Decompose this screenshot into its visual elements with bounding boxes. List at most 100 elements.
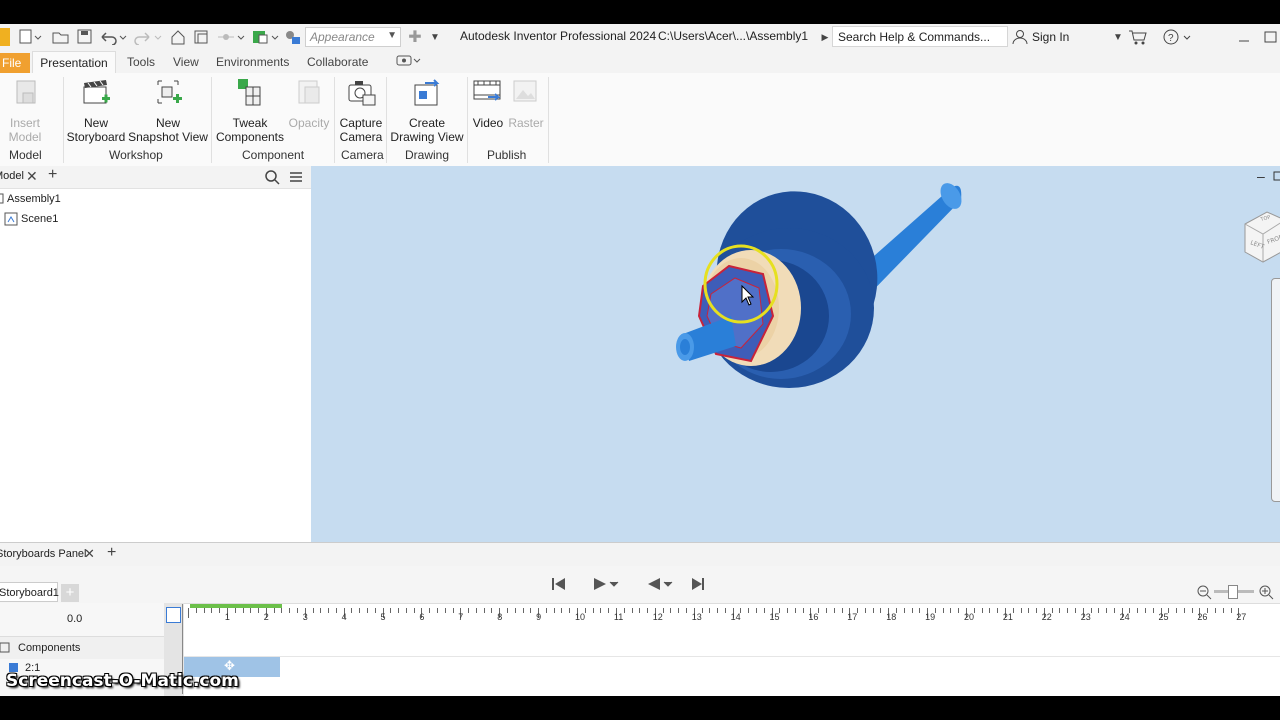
new-storyboard-button[interactable]: New Storyboard bbox=[66, 77, 126, 144]
fast-forward-icon[interactable] bbox=[690, 576, 706, 595]
minor-tick bbox=[413, 608, 415, 613]
minor-tick bbox=[709, 608, 711, 613]
video-button[interactable]: Video bbox=[470, 77, 506, 130]
chevron-down-icon[interactable]: ▼ bbox=[1112, 29, 1124, 45]
tick-label: 22 bbox=[1041, 612, 1052, 622]
raster-button[interactable]: Raster bbox=[506, 77, 546, 130]
playhead-handle[interactable] bbox=[166, 607, 181, 623]
navigation-bar[interactable] bbox=[1271, 278, 1280, 502]
tab-view[interactable]: View bbox=[173, 55, 199, 69]
group-label-camera: Camera bbox=[341, 148, 384, 162]
graphics-viewport[interactable]: – LEFT FRONT TOP bbox=[311, 166, 1280, 542]
tick-label: 9 bbox=[536, 612, 542, 622]
minimize-icon[interactable] bbox=[1236, 29, 1252, 45]
tab-file[interactable]: File bbox=[0, 53, 30, 73]
view-cube[interactable]: LEFT FRONT TOP bbox=[1235, 206, 1280, 266]
redo-icon[interactable] bbox=[133, 29, 163, 45]
minor-tick bbox=[1183, 608, 1185, 613]
tick-label: 1 bbox=[224, 612, 230, 622]
search-commands-field[interactable]: Search Help & Commands... bbox=[832, 26, 1008, 47]
minor-tick bbox=[787, 608, 789, 613]
add-storyboard-icon[interactable]: + bbox=[61, 584, 79, 602]
tab-model[interactable]: Model bbox=[0, 170, 24, 182]
material-icon[interactable] bbox=[284, 29, 302, 45]
sign-in-label: Sign In bbox=[1032, 30, 1070, 44]
cart-icon[interactable] bbox=[1128, 29, 1148, 45]
tick-label: 6 bbox=[419, 612, 425, 622]
insert-model-button[interactable]: Insert Model bbox=[0, 77, 58, 144]
tab-environments[interactable]: Environments bbox=[216, 55, 289, 69]
sign-in-button[interactable]: Sign In bbox=[1012, 29, 1069, 45]
tick-label: 23 bbox=[1080, 612, 1091, 622]
new-file-icon[interactable] bbox=[18, 29, 42, 45]
minor-tick bbox=[678, 608, 680, 613]
components-row[interactable]: Components bbox=[0, 636, 164, 659]
zoom-in-icon[interactable] bbox=[1258, 584, 1274, 603]
snapshot-icon bbox=[157, 80, 182, 104]
close-icon[interactable]: ✕ bbox=[84, 546, 95, 562]
tab-storyboard1[interactable]: Storyboard1 bbox=[0, 582, 59, 602]
undo-icon[interactable] bbox=[98, 29, 128, 45]
minor-tick bbox=[468, 608, 470, 613]
minor-tick bbox=[242, 608, 244, 613]
capture-camera-button[interactable]: Capture Camera bbox=[336, 77, 386, 144]
tick-label: 19 bbox=[925, 612, 936, 622]
add-tab-icon[interactable]: + bbox=[48, 166, 57, 184]
group-label-publish: Publish bbox=[487, 148, 527, 162]
minor-tick bbox=[289, 608, 291, 613]
window-icon[interactable] bbox=[193, 29, 209, 45]
reverse-play-icon[interactable] bbox=[646, 576, 674, 595]
app-logo-icon[interactable] bbox=[0, 28, 10, 46]
group-label-workshop: Workshop bbox=[109, 148, 163, 162]
customize-icon[interactable]: ▼ bbox=[428, 29, 442, 45]
zoom-slider-thumb[interactable] bbox=[1228, 585, 1238, 599]
opacity-icon bbox=[298, 80, 320, 104]
open-folder-icon[interactable] bbox=[52, 29, 70, 45]
minor-tick bbox=[1020, 608, 1022, 613]
tab-collaborate[interactable]: Collaborate bbox=[307, 55, 368, 69]
add-panel-icon[interactable]: + bbox=[107, 544, 116, 562]
create-drawing-view-button[interactable]: Create Drawing View bbox=[388, 77, 466, 144]
minor-tick bbox=[647, 608, 648, 613]
minor-tick bbox=[600, 608, 602, 613]
tick-label: 25 bbox=[1158, 612, 1169, 622]
ribbon-options-icon[interactable] bbox=[396, 54, 422, 71]
select-filter-icon[interactable] bbox=[216, 29, 246, 45]
minor-tick bbox=[748, 608, 750, 613]
minor-tick bbox=[195, 608, 197, 613]
minor-tick bbox=[1036, 608, 1037, 613]
menu-icon[interactable] bbox=[288, 169, 304, 188]
minimize-viewport-icon[interactable]: – bbox=[1257, 168, 1265, 184]
minor-tick bbox=[250, 608, 252, 613]
minor-tick bbox=[335, 608, 337, 613]
minor-tick bbox=[1067, 608, 1069, 613]
close-icon[interactable]: ✕ bbox=[26, 168, 38, 185]
tick-label: 17 bbox=[847, 612, 858, 622]
minor-tick bbox=[483, 608, 485, 613]
tree-item-assembly[interactable]: Assembly1 bbox=[0, 193, 61, 205]
chevron-right-icon[interactable]: ▶ bbox=[820, 29, 830, 45]
save-icon[interactable] bbox=[76, 29, 94, 45]
tab-presentation[interactable]: Presentation bbox=[32, 51, 116, 73]
zoom-out-icon[interactable] bbox=[1196, 584, 1212, 603]
tweak-components-button[interactable]: Tweak Components bbox=[214, 77, 286, 144]
maximize-icon[interactable] bbox=[1262, 29, 1278, 45]
play-icon[interactable] bbox=[592, 576, 620, 595]
color-override-icon[interactable] bbox=[250, 29, 280, 45]
minor-tick bbox=[1215, 608, 1216, 613]
tree-item-scene[interactable]: Scene1 bbox=[4, 212, 58, 226]
home-icon[interactable] bbox=[170, 29, 186, 45]
restore-viewport-icon[interactable] bbox=[1273, 170, 1280, 184]
timeline-ruler[interactable]: 1 2 3 4 5 6 7 8 9 10 11 12 13 14 15 16 17 18 19 20 21 22 23 24 2… bbox=[184, 603, 1280, 634]
tick-label: 13 bbox=[691, 612, 702, 622]
tab-tools[interactable]: Tools bbox=[127, 55, 155, 69]
search-icon[interactable] bbox=[264, 169, 280, 188]
rewind-icon[interactable] bbox=[551, 576, 567, 595]
opacity-button[interactable]: Opacity bbox=[286, 77, 332, 130]
plus-icon[interactable]: ✚ bbox=[406, 29, 424, 46]
insert-model-icon bbox=[16, 80, 36, 104]
create-drawing-label-2: Drawing View bbox=[390, 130, 464, 144]
appearance-select[interactable]: Appearance ▼ bbox=[305, 27, 401, 47]
help-icon[interactable]: ? bbox=[1162, 29, 1192, 45]
new-snapshot-view-button[interactable]: New Snapshot View bbox=[128, 77, 208, 144]
